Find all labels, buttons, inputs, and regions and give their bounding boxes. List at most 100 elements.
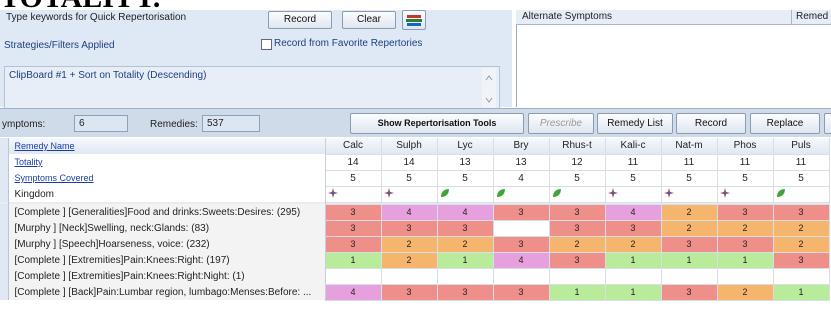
mineral-kingdom-icon xyxy=(661,186,718,203)
grade-cell[interactable] xyxy=(381,268,438,285)
grade-cell[interactable]: 1 xyxy=(773,284,830,301)
grade-cell[interactable]: 2 xyxy=(381,252,438,269)
clipboard-box[interactable]: ClipBoard #1 + Sort on Totality (Descend… xyxy=(4,66,500,112)
rubric-name[interactable]: [Murphy ] [Neck]Swelling, neck:Glands: (… xyxy=(8,220,326,236)
rubric-row[interactable]: [Complete ] [Extremities]Pain:Knees:Righ… xyxy=(0,268,830,285)
remedy-header-4[interactable]: Rhus-t xyxy=(549,138,606,155)
grade-cell[interactable]: 2 xyxy=(661,204,718,221)
rubric-row[interactable]: [Complete ] [Extremities]Pain:Knees:Righ… xyxy=(0,252,830,269)
remedy-name-header[interactable]: Remedy Name xyxy=(8,138,326,154)
grade-cell[interactable]: 3 xyxy=(773,252,830,269)
remedy-header-3[interactable]: Bry xyxy=(493,138,550,155)
kingdom-label: Kingdom xyxy=(8,186,326,202)
grade-cell[interactable] xyxy=(661,268,718,285)
show-tools-button[interactable]: Show Repertorisation Tools xyxy=(350,113,524,134)
replace-button[interactable]: Replace xyxy=(750,113,820,134)
grade-cell[interactable]: 1 xyxy=(717,252,774,269)
grade-cell[interactable]: 3 xyxy=(717,204,774,221)
rubric-name[interactable]: [Complete ] [Generalities]Food and drink… xyxy=(8,204,326,220)
grade-cell[interactable] xyxy=(437,268,494,285)
remedy-header-8[interactable]: Puls xyxy=(773,138,830,155)
remedy-header-7[interactable]: Phos xyxy=(717,138,774,155)
remedy-header-2[interactable]: Lyc xyxy=(437,138,494,155)
grade-cell[interactable] xyxy=(605,268,662,285)
totality-label[interactable]: Totality xyxy=(8,154,326,170)
rubric-name[interactable]: [Murphy ] [Speech]Hoarseness, voice: (23… xyxy=(8,236,326,252)
covered-value: 5 xyxy=(773,170,830,187)
grade-cell[interactable]: 1 xyxy=(661,252,718,269)
overflow-button[interactable] xyxy=(824,113,831,134)
grade-cell[interactable]: 3 xyxy=(325,204,382,221)
grade-cell[interactable]: 3 xyxy=(325,220,382,237)
grade-cell[interactable] xyxy=(493,220,550,237)
grade-cell[interactable]: 3 xyxy=(717,236,774,253)
grade-cell[interactable]: 2 xyxy=(381,236,438,253)
grade-cell[interactable] xyxy=(549,268,606,285)
grade-cell[interactable]: 1 xyxy=(605,252,662,269)
grade-cell[interactable]: 1 xyxy=(605,284,662,301)
totality-value: 11 xyxy=(773,154,830,171)
grade-cell[interactable]: 2 xyxy=(773,236,830,253)
grade-cell[interactable]: 3 xyxy=(661,236,718,253)
rubric-row[interactable]: [Complete ] [Back]Pain:Lumbar region, lu… xyxy=(0,284,830,301)
grade-cell[interactable]: 3 xyxy=(381,220,438,237)
grade-cell[interactable]: 3 xyxy=(437,220,494,237)
grade-cell[interactable]: 2 xyxy=(717,284,774,301)
grade-cell[interactable]: 4 xyxy=(325,284,382,301)
grade-cell[interactable]: 2 xyxy=(549,236,606,253)
symptoms-covered-label[interactable]: Symptoms Covered xyxy=(8,170,326,186)
grade-cell[interactable]: 4 xyxy=(381,204,438,221)
grade-cell[interactable]: 3 xyxy=(773,204,830,221)
remedy-header-6[interactable]: Nat-m xyxy=(661,138,718,155)
quick-search-label: Type keywords for Quick Repertorisation xyxy=(6,12,187,23)
clipboard-scrollbar[interactable] xyxy=(482,68,496,110)
grade-cell[interactable]: 4 xyxy=(605,204,662,221)
grade-cell[interactable]: 1 xyxy=(549,284,606,301)
record-action-button[interactable]: Record xyxy=(676,113,746,134)
grade-cell[interactable]: 3 xyxy=(437,284,494,301)
remedy-header-1[interactable]: Sulph xyxy=(381,138,438,155)
remedy-header-0[interactable]: Calc xyxy=(325,138,382,155)
clipboard-text: ClipBoard #1 + Sort on Totality (Descend… xyxy=(9,70,207,81)
grade-cell[interactable]: 2 xyxy=(437,236,494,253)
grade-cell[interactable]: 3 xyxy=(493,204,550,221)
kingdom-row: Kingdom xyxy=(0,186,830,203)
mineral-kingdom-icon xyxy=(605,186,662,203)
book-stack-icon[interactable] xyxy=(402,10,426,30)
grade-cell[interactable]: 3 xyxy=(549,252,606,269)
clear-button[interactable]: Clear xyxy=(342,11,396,29)
symptoms-covered-row: Symptoms Covered 555455555 xyxy=(0,170,830,187)
grade-cell[interactable]: 3 xyxy=(605,220,662,237)
rubric-row[interactable]: [Murphy ] [Speech]Hoarseness, voice: (23… xyxy=(0,236,830,253)
grade-cell[interactable]: 3 xyxy=(493,236,550,253)
grade-cell[interactable]: 4 xyxy=(493,252,550,269)
grade-cell[interactable] xyxy=(773,268,830,285)
covered-value: 5 xyxy=(549,170,606,187)
grade-cell[interactable]: 3 xyxy=(549,220,606,237)
record-button[interactable]: Record xyxy=(268,11,332,29)
grade-cell[interactable]: 2 xyxy=(605,236,662,253)
favorite-checkbox[interactable] xyxy=(261,39,272,50)
rubric-row[interactable]: [Complete ] [Generalities]Food and drink… xyxy=(0,204,830,221)
rubric-name[interactable]: [Complete ] [Extremities]Pain:Knees:Righ… xyxy=(8,252,326,268)
grade-cell[interactable] xyxy=(325,268,382,285)
remedy-header-5[interactable]: Kali-c xyxy=(605,138,662,155)
grade-cell[interactable]: 3 xyxy=(549,204,606,221)
grade-cell[interactable]: 2 xyxy=(717,220,774,237)
grade-cell[interactable]: 3 xyxy=(493,284,550,301)
grade-cell[interactable] xyxy=(717,268,774,285)
grade-cell[interactable]: 1 xyxy=(437,252,494,269)
grade-cell[interactable]: 1 xyxy=(325,252,382,269)
grade-cell[interactable]: 3 xyxy=(381,284,438,301)
prescribe-button[interactable]: Prescribe xyxy=(528,113,594,134)
grade-cell[interactable]: 2 xyxy=(773,220,830,237)
grade-cell[interactable]: 3 xyxy=(325,236,382,253)
grade-cell[interactable]: 2 xyxy=(661,220,718,237)
rubric-name[interactable]: [Complete ] [Back]Pain:Lumbar region, lu… xyxy=(8,284,326,300)
grade-cell[interactable] xyxy=(493,268,550,285)
grade-cell[interactable]: 3 xyxy=(661,284,718,301)
rubric-name[interactable]: [Complete ] [Extremities]Pain:Knees:Righ… xyxy=(8,268,326,284)
remedy-list-button[interactable]: Remedy List xyxy=(597,113,673,134)
grade-cell[interactable]: 4 xyxy=(437,204,494,221)
rubric-row[interactable]: [Murphy ] [Neck]Swelling, neck:Glands: (… xyxy=(0,220,830,237)
